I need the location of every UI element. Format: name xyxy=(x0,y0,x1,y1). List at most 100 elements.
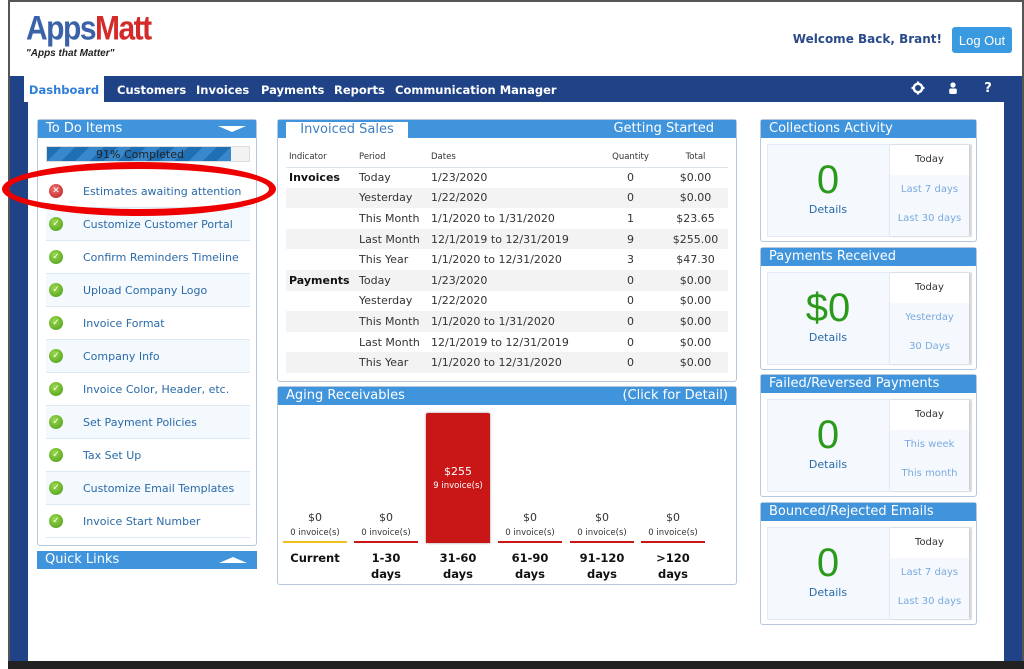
aging-bar[interactable] xyxy=(426,413,490,543)
app-header: AppsMatt "Apps that Matter" Welcome Back… xyxy=(10,2,1022,76)
logout-button[interactable]: Log Out xyxy=(952,27,1012,53)
welcome-message: Welcome Back, Brant! xyxy=(792,32,942,46)
period-option[interactable]: Today xyxy=(890,273,969,303)
help-icon[interactable]: ? xyxy=(980,81,996,97)
period-selector: Today Last 7 days Last 30 days xyxy=(889,145,969,236)
row-quantity: 0 xyxy=(598,187,663,209)
row-quantity: 0 xyxy=(627,294,634,308)
failed-reversed-payments-header: Failed/Reversed Payments xyxy=(761,375,976,393)
period-option[interactable]: Last 7 days xyxy=(890,175,969,205)
stat-main[interactable]: $0 Details xyxy=(768,273,888,364)
stat-main[interactable]: 0 Details xyxy=(768,145,888,236)
aging-bucket[interactable]: $0 0 invoice(s) 61-90 days xyxy=(498,411,562,581)
aging-bucket[interactable]: $0 0 invoice(s) 91-120 days xyxy=(570,411,634,581)
period-option[interactable]: Last 7 days xyxy=(890,558,969,588)
row-quantity: 1 xyxy=(627,211,634,225)
aging-invoice-count: 9 invoice(s) xyxy=(433,481,483,491)
expand-triangle-icon[interactable] xyxy=(219,557,247,563)
todo-item[interactable]: ✕ Estimates awaiting attention xyxy=(46,175,250,208)
row-total: $255.00 xyxy=(663,228,728,250)
aging-receivables-panel[interactable]: Aging Receivables (Click for Detail) $0 0… xyxy=(277,386,737,585)
aging-bucket[interactable]: $0 0 invoice(s) >120 days xyxy=(641,411,705,581)
todo-item[interactable]: ✓ Customize Email Templates xyxy=(46,472,250,505)
period-option[interactable]: Yesterday xyxy=(890,303,969,333)
aging-bucket[interactable]: $0 0 invoice(s) Current xyxy=(283,411,347,581)
checkmark-icon: ✓ xyxy=(49,349,63,363)
aging-zero-line xyxy=(641,541,705,543)
sales-table-header: Indicator Period Dates Quantity Total xyxy=(286,147,728,168)
todo-item[interactable]: ✓ Tax Set Up xyxy=(46,439,250,472)
period-option[interactable]: Today xyxy=(890,400,969,430)
todo-item-label: Set Payment Policies xyxy=(83,415,197,429)
nav-tab-customers[interactable]: Customers xyxy=(117,76,186,102)
progress-label: 91% Completed xyxy=(96,148,184,161)
tab-invoiced-sales[interactable]: Invoiced Sales xyxy=(286,122,408,138)
quick-links-header[interactable]: Quick Links xyxy=(37,551,257,569)
aging-bucket[interactable]: $0 0 invoice(s) 1-30 days xyxy=(354,411,418,581)
user-icon[interactable] xyxy=(945,81,961,97)
aging-label-line1: Current xyxy=(290,551,340,565)
stat-main[interactable]: 0 Details xyxy=(768,400,888,491)
period-option[interactable]: Last 30 days xyxy=(890,204,969,234)
todo-item[interactable]: ✓ Confirm Reminders Timeline xyxy=(46,241,250,274)
todo-item[interactable]: ✓ Invoice Format xyxy=(46,307,250,340)
details-link[interactable]: Details xyxy=(768,458,888,471)
row-total: $0.00 xyxy=(679,294,712,308)
payments-received-panel: Payments Received $0 Details Today Yesterday… xyxy=(760,247,977,370)
row-period: This Month xyxy=(358,311,430,332)
period-option[interactable]: Today xyxy=(890,145,969,175)
period-option[interactable]: Today xyxy=(890,528,969,558)
collapse-triangle-icon[interactable] xyxy=(218,126,246,132)
row-dates: 1/1/2020 to 12/31/2020 xyxy=(431,253,562,267)
row-indicator xyxy=(286,352,358,373)
todo-item[interactable]: ✓ Upload Company Logo xyxy=(46,274,250,307)
checkmark-icon: ✓ xyxy=(49,481,63,495)
stat-main[interactable]: 0 Details xyxy=(768,528,888,619)
main-nav: Dashboard Customers Invoices Payments Re… xyxy=(10,76,1022,104)
aging-invoice-count: 0 invoice(s) xyxy=(290,528,340,538)
nav-tab-communication-manager[interactable]: Communication Manager xyxy=(395,76,557,102)
row-dates: 1/22/2020 xyxy=(431,294,488,308)
row-indicator xyxy=(286,311,358,332)
period-option[interactable]: 30 Days xyxy=(890,332,969,362)
todo-panel-header[interactable]: To Do Items xyxy=(38,120,256,138)
row-total: $23.65 xyxy=(676,211,715,225)
row-period: Today xyxy=(358,269,430,291)
period-option[interactable]: This month xyxy=(890,459,969,489)
quick-links-panel[interactable]: Quick Links xyxy=(37,551,257,569)
todo-item[interactable]: ✓ Company Info xyxy=(46,340,250,373)
todo-item[interactable]: ✓ Set Payment Policies xyxy=(46,406,250,439)
nav-tab-dashboard[interactable]: Dashboard xyxy=(24,76,104,104)
row-total: $0.00 xyxy=(663,187,728,209)
gear-icon[interactable] xyxy=(910,81,926,97)
nav-tab-payments[interactable]: Payments xyxy=(261,76,324,102)
invoiced-sales-panel: Invoiced Sales Getting Started Indicator… xyxy=(277,119,737,382)
details-link[interactable]: Details xyxy=(768,331,888,344)
row-dates: 1/22/2020 xyxy=(430,187,598,209)
details-link[interactable]: Details xyxy=(768,203,888,216)
todo-item[interactable]: ✓ Customize Customer Portal xyxy=(46,208,250,241)
getting-started-link[interactable]: Getting Started xyxy=(613,120,714,138)
stat-body: 0 Details Today Last 7 days Last 30 days xyxy=(767,527,972,620)
appsmatt-logo[interactable]: AppsMatt "Apps that Matter" xyxy=(26,11,152,59)
sales-table-row: This Year 1/1/2020 to 12/31/2020 0 $0.00 xyxy=(286,352,728,373)
col-quantity: Quantity xyxy=(598,147,663,168)
todo-item[interactable]: ✓ Invoice Start Number xyxy=(46,505,250,538)
period-option[interactable]: This week xyxy=(890,430,969,460)
row-quantity: 0 xyxy=(598,352,663,373)
aging-label-line2: days xyxy=(443,567,473,581)
aging-zero-line xyxy=(498,541,562,543)
click-for-detail-link[interactable]: (Click for Detail) xyxy=(622,387,728,405)
period-option[interactable]: Last 30 days xyxy=(890,587,969,617)
row-quantity: 9 xyxy=(598,228,663,250)
details-link[interactable]: Details xyxy=(768,586,888,599)
nav-tab-reports[interactable]: Reports xyxy=(334,76,385,102)
sales-table-row: Last Month 12/1/2019 to 12/31/2019 0 $0.00 xyxy=(286,332,728,353)
aging-bucket[interactable]: $255 9 invoice(s) 31-60 days xyxy=(426,411,490,581)
checkmark-icon: ✓ xyxy=(49,448,63,462)
row-indicator: Payments xyxy=(286,269,358,291)
todo-item[interactable]: ✓ Invoice Color, Header, etc. xyxy=(46,373,250,406)
aging-invoice-count: 0 invoice(s) xyxy=(505,528,555,538)
content-border xyxy=(1004,102,1022,661)
nav-tab-invoices[interactable]: Invoices xyxy=(196,76,249,102)
